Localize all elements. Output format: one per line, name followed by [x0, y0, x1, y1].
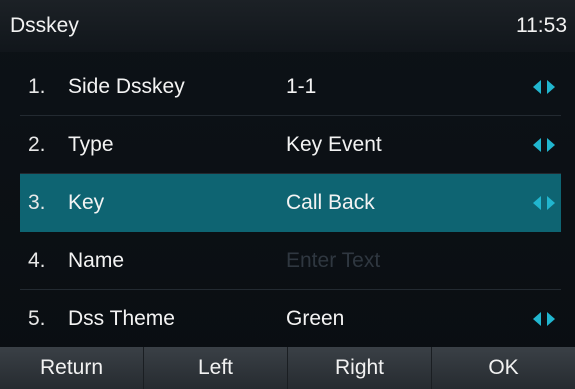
softkey-bar: Return Left Right OK — [0, 347, 575, 389]
row-value: Key Event — [286, 132, 382, 156]
row-key[interactable]: 3. Key Call Back — [20, 174, 561, 232]
arrow-left-icon[interactable] — [533, 137, 541, 152]
row-label: Type — [68, 132, 114, 156]
title-bar: Dsskey 11:53 — [0, 0, 575, 52]
settings-list: 1. Side Dsskey 1-1 2. Type Key Event 3. … — [0, 58, 575, 348]
row-label: Dss Theme — [68, 306, 175, 330]
ok-button[interactable]: OK — [432, 347, 575, 389]
arrow-left-icon[interactable] — [533, 79, 541, 94]
right-button[interactable]: Right — [288, 347, 432, 389]
arrow-left-icon[interactable] — [533, 311, 541, 326]
row-number: 4. — [28, 248, 46, 272]
row-type[interactable]: 2. Type Key Event — [20, 116, 561, 174]
row-side-dsskey[interactable]: 1. Side Dsskey 1-1 — [20, 58, 561, 116]
row-value: Call Back — [286, 190, 375, 214]
name-input[interactable]: Enter Text — [286, 249, 380, 273]
arrow-left-icon[interactable] — [533, 195, 541, 210]
arrow-right-icon[interactable] — [547, 195, 555, 210]
arrow-right-icon[interactable] — [547, 79, 555, 94]
row-number: 3. — [28, 190, 46, 214]
row-number: 5. — [28, 306, 46, 330]
left-button[interactable]: Left — [144, 347, 288, 389]
arrow-right-icon[interactable] — [547, 311, 555, 326]
row-name[interactable]: 4. Name Enter Text — [20, 232, 561, 290]
clock-time: 11:53 — [516, 14, 567, 37]
row-number: 2. — [28, 132, 46, 156]
row-dss-theme[interactable]: 5. Dss Theme Green — [20, 290, 561, 348]
phone-screen: Dsskey 11:53 1. Side Dsskey 1-1 2. Type … — [0, 0, 575, 389]
row-value: Green — [286, 306, 345, 330]
arrow-right-icon[interactable] — [547, 137, 555, 152]
row-label: Side Dsskey — [68, 74, 185, 98]
value-switch-arrows[interactable] — [533, 195, 555, 210]
value-switch-arrows[interactable] — [533, 311, 555, 326]
row-value: 1-1 — [286, 74, 317, 98]
page-title: Dsskey — [10, 14, 79, 37]
return-button[interactable]: Return — [0, 347, 144, 389]
row-label: Name — [68, 248, 125, 272]
value-switch-arrows[interactable] — [533, 79, 555, 94]
value-switch-arrows[interactable] — [533, 137, 555, 152]
row-number: 1. — [28, 74, 46, 98]
row-label: Key — [68, 190, 105, 214]
